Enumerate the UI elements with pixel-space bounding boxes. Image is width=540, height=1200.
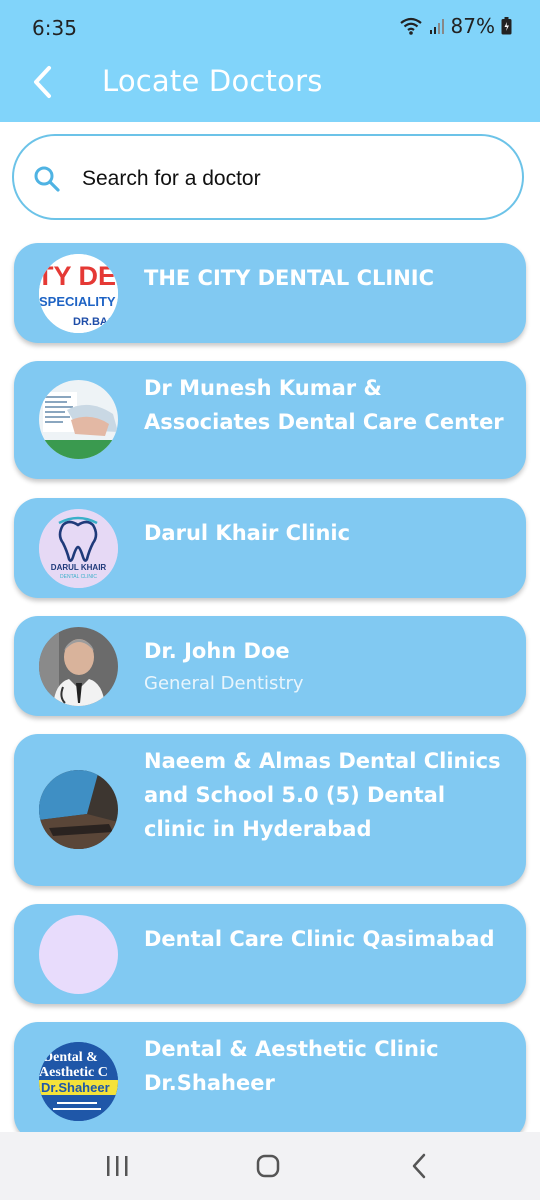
- clinic-photo: [39, 380, 118, 459]
- clinic-photo: [39, 770, 118, 849]
- clinic-logo: TY DEN SPECIALITY DE DR.BAS: [39, 254, 118, 333]
- doctor-card[interactable]: Dental & Aesthetic C Dr.Shaheer Dental &…: [14, 1022, 526, 1140]
- logo-text: DR.BAS: [73, 316, 115, 328]
- doctor-photo: [39, 627, 118, 706]
- doctor-card[interactable]: TY DEN SPECIALITY DE DR.BAS THE CITY DEN…: [14, 243, 526, 343]
- search-bar[interactable]: [12, 134, 524, 220]
- doctor-card[interactable]: Naeem & Almas Dental Clinics and School …: [14, 734, 526, 886]
- back-button[interactable]: [22, 60, 62, 104]
- doctor-card[interactable]: Dr Munesh Kumar & Associates Dental Care…: [14, 361, 526, 479]
- recent-apps-icon: [107, 1156, 128, 1176]
- clinic-logo: DARUL KHAIR DENTAL CLINIC: [39, 509, 118, 588]
- doctor-name: Dental & Aesthetic Clinic Dr.Shaheer: [144, 1037, 439, 1095]
- doctor-name: Dr Munesh Kumar & Associates Dental Care…: [144, 376, 504, 434]
- logo-text: DENTAL CLINIC: [60, 574, 97, 580]
- doctor-card[interactable]: Dental Care Clinic Qasimabad: [14, 904, 526, 1004]
- doctor-name: Naeem & Almas Dental Clinics and School …: [144, 749, 501, 841]
- battery-icon: [501, 17, 512, 35]
- logo-text: SPECIALITY DE: [39, 294, 118, 309]
- app-header: 6:35 87% Locate Doctors: [0, 0, 540, 122]
- clinic-logo: Dental & Aesthetic C Dr.Shaheer: [39, 1042, 118, 1121]
- wifi-icon: [399, 17, 422, 35]
- doctor-card[interactable]: Dr. John Doe General Dentistry: [14, 616, 526, 716]
- doctor-name: Dr. John Doe: [144, 639, 290, 663]
- back-icon: [412, 1153, 426, 1179]
- signal-icon: [429, 19, 444, 34]
- logo-text: Dental &: [43, 1050, 98, 1065]
- logo-text: DARUL KHAIR: [51, 563, 107, 572]
- doctor-name: Dental Care Clinic Qasimabad: [144, 927, 495, 951]
- logo-text: Aesthetic C: [39, 1065, 108, 1080]
- logo-text: Dr.Shaheer: [41, 1080, 110, 1095]
- doctor-card[interactable]: DARUL KHAIR DENTAL CLINIC Darul Khair Cl…: [14, 498, 526, 598]
- doctor-name: Darul Khair Clinic: [144, 521, 351, 545]
- search-input[interactable]: [80, 158, 504, 200]
- battery-percent: 87%: [450, 14, 495, 38]
- logo-text: TY DEN: [39, 261, 118, 291]
- system-nav-bar: [0, 1132, 540, 1200]
- home-button[interactable]: [248, 1150, 288, 1182]
- status-indicators: 87%: [399, 14, 512, 38]
- avatar-placeholder: [39, 915, 118, 994]
- doctor-specialty: General Dentistry: [144, 673, 304, 694]
- status-time: 6:35: [32, 16, 77, 40]
- chevron-left-icon: [34, 66, 51, 98]
- page-title: Locate Doctors: [102, 64, 323, 98]
- search-icon: [34, 166, 60, 192]
- doctor-name: THE CITY DENTAL CLINIC: [144, 266, 435, 290]
- home-icon: [256, 1154, 280, 1178]
- system-back-button[interactable]: [400, 1150, 440, 1182]
- recent-apps-button[interactable]: [97, 1150, 137, 1182]
